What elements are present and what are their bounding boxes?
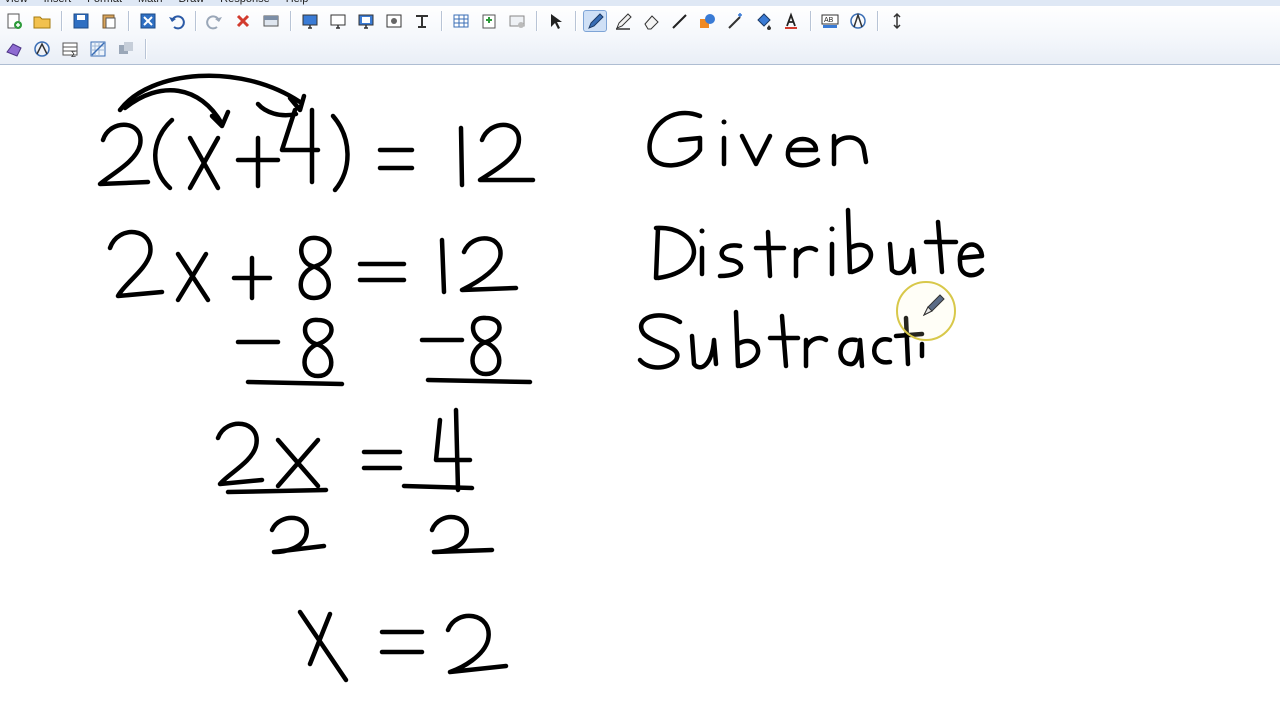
screen-icon (509, 15, 525, 28)
show-screen-icon (302, 14, 318, 29)
ink-line-5 (297, 609, 509, 683)
new-page-icon (7, 13, 22, 29)
text-tool-icon (416, 15, 428, 28)
save-button[interactable] (69, 10, 93, 32)
toolbar-separator (290, 11, 291, 31)
redo-icon (206, 15, 222, 30)
image-button[interactable] (382, 10, 406, 32)
screen-shade-icon (263, 15, 279, 27)
toolbar-separator (145, 39, 146, 59)
toolbar-separator (575, 11, 576, 31)
gallery-button[interactable] (114, 38, 138, 60)
graph-button[interactable] (86, 38, 110, 60)
ink-line-2 (107, 230, 519, 303)
ink-label-given (647, 110, 869, 168)
ink-line-4 (215, 407, 495, 555)
line-button[interactable] (667, 10, 691, 32)
show-screen-button[interactable] (298, 10, 322, 32)
svg-text:Σ: Σ (71, 50, 76, 58)
graph-icon (90, 41, 106, 57)
toolbar-separator (195, 11, 196, 31)
ink-line-3 (235, 315, 533, 387)
toolbar-row-2: Σ (0, 36, 151, 62)
svg-text:AB: AB (824, 17, 834, 24)
toolbar-separator (61, 11, 62, 31)
compass-button[interactable] (846, 10, 870, 32)
ink-line-1 (97, 73, 536, 193)
magic-wand-button[interactable] (723, 10, 747, 32)
shape-recognizer-button[interactable] (2, 38, 26, 60)
resize-icon (893, 12, 901, 30)
delete-button[interactable] (231, 10, 255, 32)
eraser-icon (644, 15, 659, 30)
screen-capture-button[interactable] (326, 10, 350, 32)
geometry-button[interactable] (30, 38, 54, 60)
redo-button[interactable] (203, 10, 227, 32)
pen-icon (588, 13, 604, 29)
display-icon (358, 14, 374, 29)
resize-button[interactable] (885, 10, 909, 32)
toolbar-separator (536, 11, 537, 31)
text-color-button[interactable] (779, 10, 803, 32)
toolbar-separator (128, 11, 129, 31)
toolbar: AB Σ (0, 6, 1280, 65)
display-button[interactable] (354, 10, 378, 32)
ink-label-subtracti (637, 309, 925, 370)
pen-cursor-icon (922, 294, 945, 317)
delete-icon (236, 14, 250, 28)
save-icon (73, 13, 89, 29)
geometry-icon (34, 41, 50, 57)
table-icon (453, 14, 469, 28)
compass-icon (850, 12, 866, 29)
text-format-icon: AB (821, 14, 839, 28)
toolbar-separator (810, 11, 811, 31)
magic-wand-icon (728, 13, 742, 29)
line-icon (672, 14, 687, 29)
table-button[interactable] (449, 10, 473, 32)
insert-page-button[interactable] (477, 10, 501, 32)
pen-button[interactable] (583, 10, 607, 32)
eraser-button[interactable] (639, 10, 663, 32)
undo-button[interactable] (164, 10, 188, 32)
screen-button[interactable] (505, 10, 529, 32)
handwriting-layer (97, 73, 985, 683)
open-icon (33, 16, 51, 29)
ink-dots (699, 119, 835, 234)
shapes-icon (700, 14, 715, 28)
table-sum-icon: Σ (62, 42, 78, 58)
whiteboard-canvas[interactable] (0, 65, 1280, 720)
table-sum-button[interactable]: Σ (58, 38, 82, 60)
select-button[interactable] (544, 10, 568, 32)
highlighter-icon (616, 13, 632, 30)
fill-icon (757, 13, 771, 30)
screen-capture-icon (330, 14, 346, 29)
text-tool-button[interactable] (410, 10, 434, 32)
select-icon (551, 14, 562, 29)
toolbar-separator (877, 11, 878, 31)
open-button[interactable] (30, 10, 54, 32)
delete-page-button[interactable] (136, 10, 160, 32)
shapes-button[interactable] (695, 10, 719, 32)
toolbar-separator (441, 11, 442, 31)
image-icon (386, 14, 402, 28)
toolbar-row-1: AB (0, 8, 911, 34)
paste-icon (102, 14, 116, 29)
undo-icon (169, 15, 185, 30)
text-color-icon (785, 12, 797, 29)
delete-page-icon (140, 13, 156, 29)
paste-button[interactable] (97, 10, 121, 32)
shape-recognizer-icon (6, 43, 22, 57)
insert-page-icon (482, 14, 496, 29)
screen-shade-button[interactable] (259, 10, 283, 32)
text-format-button[interactable]: AB (818, 10, 842, 32)
gallery-icon (119, 42, 133, 54)
fill-button[interactable] (751, 10, 775, 32)
new-page-button[interactable] (2, 10, 26, 32)
ink-label-distribute (653, 207, 985, 281)
highlighter-button[interactable] (611, 10, 635, 32)
